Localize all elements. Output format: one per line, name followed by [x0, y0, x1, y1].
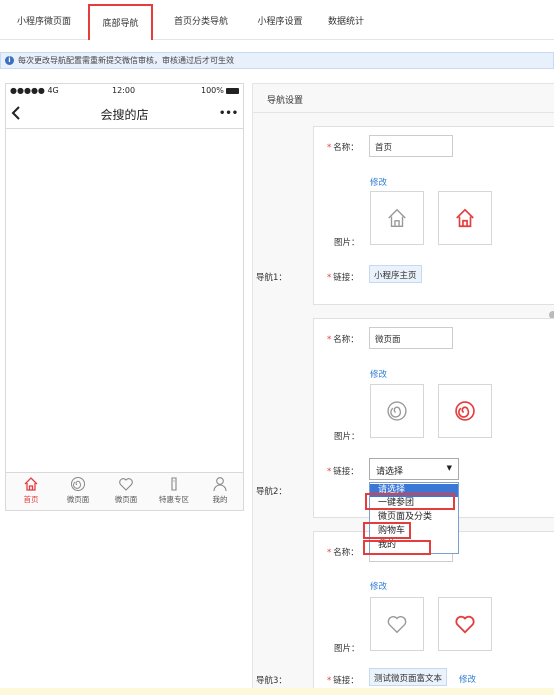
more-icon[interactable]: •••	[219, 108, 238, 119]
phone-title: 会搜的店	[100, 108, 149, 122]
nav2-icon-normal[interactable]	[370, 384, 424, 438]
nav1-label: 导航1：	[256, 273, 287, 283]
nav2-link-select[interactable]: 请选择 ▼	[369, 458, 459, 480]
info-icon: i	[5, 56, 14, 65]
select-value: 请选择	[376, 467, 404, 477]
nav3-link-edit[interactable]: 修改	[459, 673, 476, 685]
image-label: 图片：	[334, 238, 360, 248]
nav2-icon-active[interactable]	[438, 384, 492, 438]
phone-bottom-bar: 首页 微页面 微页面 特惠专区 我的	[6, 472, 243, 510]
nav1-link-tag[interactable]: 小程序主页	[369, 265, 422, 283]
heart-icon	[455, 615, 475, 634]
signal-text: ●●●●● 4G	[10, 86, 59, 95]
image-label: 图片：	[334, 432, 360, 442]
nav3-label: 导航3：	[256, 676, 287, 686]
battery-text: 100%	[201, 86, 224, 95]
heart-icon	[119, 478, 133, 491]
highlight-box	[365, 493, 455, 510]
nav1-icon-active[interactable]	[438, 191, 492, 245]
heart-icon	[387, 616, 407, 634]
nav2-edit-link[interactable]: 修改	[370, 368, 387, 380]
bottom-item-label: 特惠专区	[159, 495, 189, 504]
nav1-edit-link[interactable]: 修改	[370, 176, 387, 188]
bottom-item-page2[interactable]: 微页面	[102, 476, 150, 505]
panel-title: 导航设置	[267, 96, 304, 106]
nav3-edit-link[interactable]: 修改	[370, 580, 387, 592]
name-label: * 名称：	[327, 548, 359, 558]
link-label: * 链接：	[327, 676, 359, 686]
name-label: * 名称：	[327, 143, 359, 153]
battery-icon	[226, 88, 239, 94]
bottom-item-home[interactable]: 首页	[7, 476, 55, 505]
bottom-item-mine[interactable]: 我的	[196, 476, 244, 505]
bottom-item-label: 微页面	[66, 495, 90, 504]
panel-header: 导航设置	[252, 83, 554, 113]
home-icon	[24, 477, 38, 491]
nav3-icon-active[interactable]	[438, 597, 492, 651]
name-label: * 名称：	[327, 335, 359, 345]
user-icon	[213, 477, 227, 492]
chevron-down-icon: ▼	[446, 464, 452, 472]
nav3-icon-normal[interactable]	[370, 597, 424, 651]
nav2-label: 导航2：	[256, 487, 287, 497]
highlight-box	[363, 540, 431, 555]
bottom-item-label: 首页	[23, 495, 39, 504]
tab-divider	[0, 39, 554, 40]
home-icon	[456, 208, 474, 228]
tag-icon	[171, 477, 177, 491]
bottom-item-label: 我的	[212, 495, 228, 504]
tab-mini-program-pages[interactable]: 小程序微页面	[7, 8, 81, 37]
phone-nav-bar: 会搜的店 •••	[6, 98, 243, 129]
bottom-item-label: 微页面	[114, 495, 138, 504]
notice-text: 每次更改导航配置需重新提交微信审核，审核通过后才可生效	[18, 56, 234, 65]
nav2-name-input[interactable]: 微页面	[369, 327, 453, 349]
bottom-item-page1[interactable]: 微页面	[54, 476, 102, 505]
link-label: * 链接：	[327, 273, 359, 283]
tab-mini-program-settings[interactable]: 小程序设置	[247, 8, 313, 37]
nav3-link-tag[interactable]: 测试微页面富文本	[369, 668, 448, 686]
spiral-icon	[387, 401, 407, 421]
phone-preview: ●●●●● 4G 12:00 100% 会搜的店 ••• 首页 微页面 微页面 …	[5, 83, 244, 511]
link-label: * 链接：	[327, 467, 359, 477]
nav1-icon-normal[interactable]	[370, 191, 424, 245]
home-icon	[388, 208, 406, 227]
tab-statistics[interactable]: 数据统计	[320, 8, 372, 37]
clock-text: 12:00	[112, 86, 136, 95]
nav1-name-input[interactable]: 首页	[369, 135, 453, 157]
notice-bar: i 每次更改导航配置需重新提交微信审核，审核通过后才可生效	[0, 52, 554, 69]
spiral-icon	[455, 401, 475, 421]
spiral-icon	[71, 477, 85, 491]
image-label: 图片：	[334, 644, 360, 654]
highlight-box	[363, 522, 411, 539]
tab-bottom-nav[interactable]: 底部导航	[88, 4, 153, 40]
tab-home-category-nav[interactable]: 首页分类导航	[163, 8, 239, 37]
bottom-item-specials[interactable]: 特惠专区	[150, 476, 198, 505]
bottom-strip	[0, 688, 554, 695]
status-bar: ●●●●● 4G 12:00 100%	[6, 84, 243, 98]
